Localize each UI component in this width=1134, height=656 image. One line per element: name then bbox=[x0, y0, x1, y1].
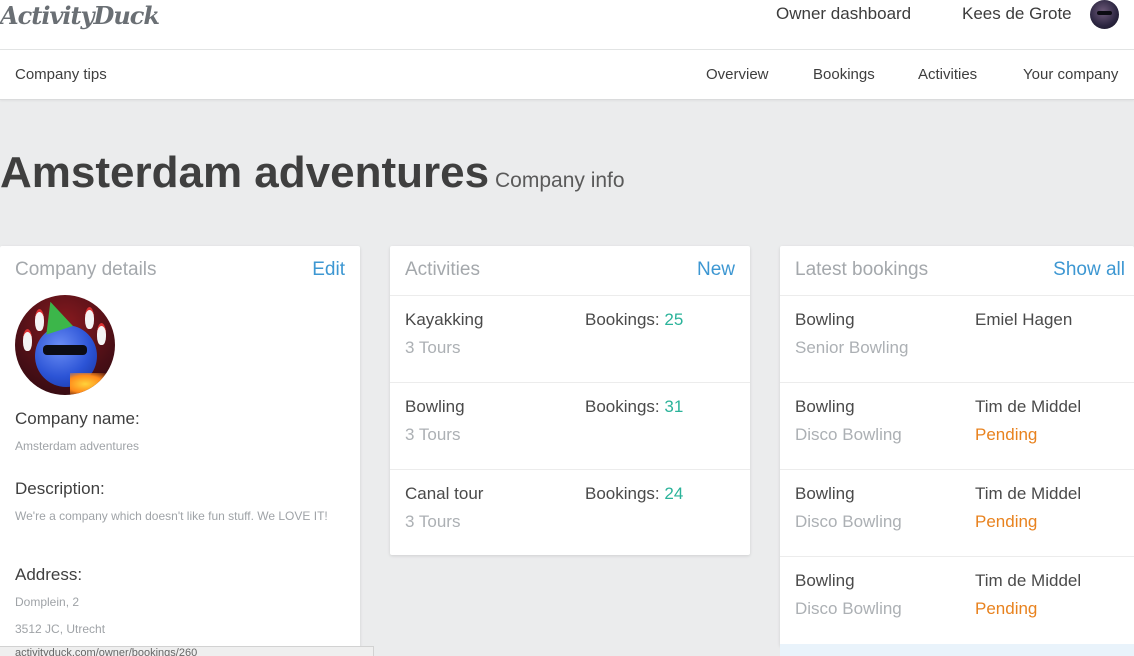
activity-bookings: Bookings: 31 bbox=[585, 397, 683, 417]
page-title: Amsterdam adventures bbox=[0, 148, 490, 197]
company-name-label: Company name: bbox=[15, 409, 140, 428]
booking-tour: Senior Bowling bbox=[795, 338, 909, 357]
description-label: Description: bbox=[15, 479, 105, 498]
nav-overview[interactable]: Overview bbox=[706, 66, 769, 83]
booking-customer: Tim de Middel bbox=[975, 571, 1082, 590]
card-header: Latest bookings Show all bbox=[780, 246, 1134, 296]
bookings-count: 31 bbox=[664, 397, 684, 416]
card-header: Company details Edit bbox=[0, 246, 360, 296]
address-line-2: 3512 JC, Utrecht bbox=[15, 622, 106, 636]
booking-tour: Disco Bowling bbox=[795, 512, 902, 531]
booking-status: Pending bbox=[975, 599, 1038, 618]
activity-bookings: Bookings: 25 bbox=[585, 310, 683, 330]
edit-button[interactable]: Edit bbox=[312, 259, 345, 281]
card-title: Latest bookings bbox=[795, 259, 929, 280]
bookings-label: Bookings: bbox=[585, 484, 660, 503]
app-logo[interactable]: ActivityDuck bbox=[0, 1, 160, 30]
nav-activities[interactable]: Activities bbox=[918, 66, 977, 83]
nav-company-tips[interactable]: Company tips bbox=[15, 66, 107, 83]
bookings-count: 24 bbox=[664, 484, 684, 503]
company-details-card: Company details Edit Company name: Amste… bbox=[0, 246, 360, 656]
top-header: ActivityDuck Owner dashboard Kees de Gro… bbox=[0, 0, 1134, 50]
booking-customer: Tim de Middel bbox=[975, 484, 1082, 503]
company-logo bbox=[15, 295, 115, 395]
booking-tour: Disco Bowling bbox=[795, 599, 902, 618]
card-header: Activities New bbox=[390, 246, 750, 296]
company-name-value: Amsterdam adventures bbox=[15, 439, 140, 453]
activities-card: Activities New Kayakking 3 Tours Booking… bbox=[390, 246, 750, 555]
show-all-button[interactable]: Show all bbox=[1053, 259, 1125, 281]
avatar[interactable] bbox=[1090, 0, 1119, 29]
booking-tour: Disco Bowling bbox=[795, 425, 902, 444]
booking-customer: Tim de Middel bbox=[975, 397, 1082, 416]
booking-status: Pending bbox=[975, 425, 1038, 444]
booking-status: Pending bbox=[975, 512, 1038, 531]
nav-your-company[interactable]: Your company bbox=[1023, 66, 1118, 83]
card-title: Activities bbox=[405, 259, 480, 280]
latest-bookings-card: Latest bookings Show all Bowling Senior … bbox=[780, 246, 1134, 646]
booking-activity: Bowling bbox=[795, 310, 855, 329]
booking-activity: Bowling bbox=[795, 484, 855, 503]
booking-row[interactable]: Bowling Disco Bowling Tim de Middel Pend… bbox=[780, 557, 1134, 644]
booking-row[interactable]: Bowling Senior Bowling Emiel Hagen bbox=[780, 296, 1134, 383]
activity-name: Bowling bbox=[405, 397, 465, 416]
activity-name: Canal tour bbox=[405, 484, 484, 503]
activity-row[interactable]: Kayakking 3 Tours Bookings: 25 bbox=[390, 296, 750, 383]
description-value: We're a company which doesn't like fun s… bbox=[15, 509, 328, 523]
activity-tours: 3 Tours bbox=[405, 338, 461, 357]
new-activity-button[interactable]: New bbox=[697, 259, 735, 281]
booking-row[interactable]: Bowling Disco Bowling Tim de Middel Pend… bbox=[780, 470, 1134, 557]
card-title: Company details bbox=[15, 259, 157, 280]
booking-customer: Emiel Hagen bbox=[975, 310, 1073, 329]
user-name-link[interactable]: Kees de Grote bbox=[962, 4, 1072, 24]
address-label: Address: bbox=[15, 565, 83, 584]
bookings-count: 25 bbox=[664, 310, 684, 329]
activity-bookings: Bookings: 24 bbox=[585, 484, 683, 504]
bookings-label: Bookings: bbox=[585, 397, 660, 416]
activity-row[interactable]: Bowling 3 Tours Bookings: 31 bbox=[390, 383, 750, 470]
activity-row[interactable]: Canal tour 3 Tours Bookings: 24 bbox=[390, 470, 750, 557]
address-line-1: Domplein, 2 bbox=[15, 595, 80, 609]
booking-activity: Bowling bbox=[795, 571, 855, 590]
page-subtitle: Company info bbox=[495, 169, 625, 192]
owner-dashboard-link[interactable]: Owner dashboard bbox=[776, 4, 911, 24]
hovered-row-highlight bbox=[780, 644, 1134, 656]
activity-name: Kayakking bbox=[405, 310, 484, 329]
browser-status-bar: activityduck.com/owner/bookings/260 bbox=[0, 646, 374, 656]
booking-row[interactable]: Bowling Disco Bowling Tim de Middel Pend… bbox=[780, 383, 1134, 470]
nav-bookings[interactable]: Bookings bbox=[813, 66, 875, 83]
bookings-label: Bookings: bbox=[585, 310, 660, 329]
booking-activity: Bowling bbox=[795, 397, 855, 416]
sub-navigation: Company tips Overview Bookings Activitie… bbox=[0, 50, 1134, 100]
activity-tours: 3 Tours bbox=[405, 425, 461, 444]
activity-tours: 3 Tours bbox=[405, 512, 461, 531]
